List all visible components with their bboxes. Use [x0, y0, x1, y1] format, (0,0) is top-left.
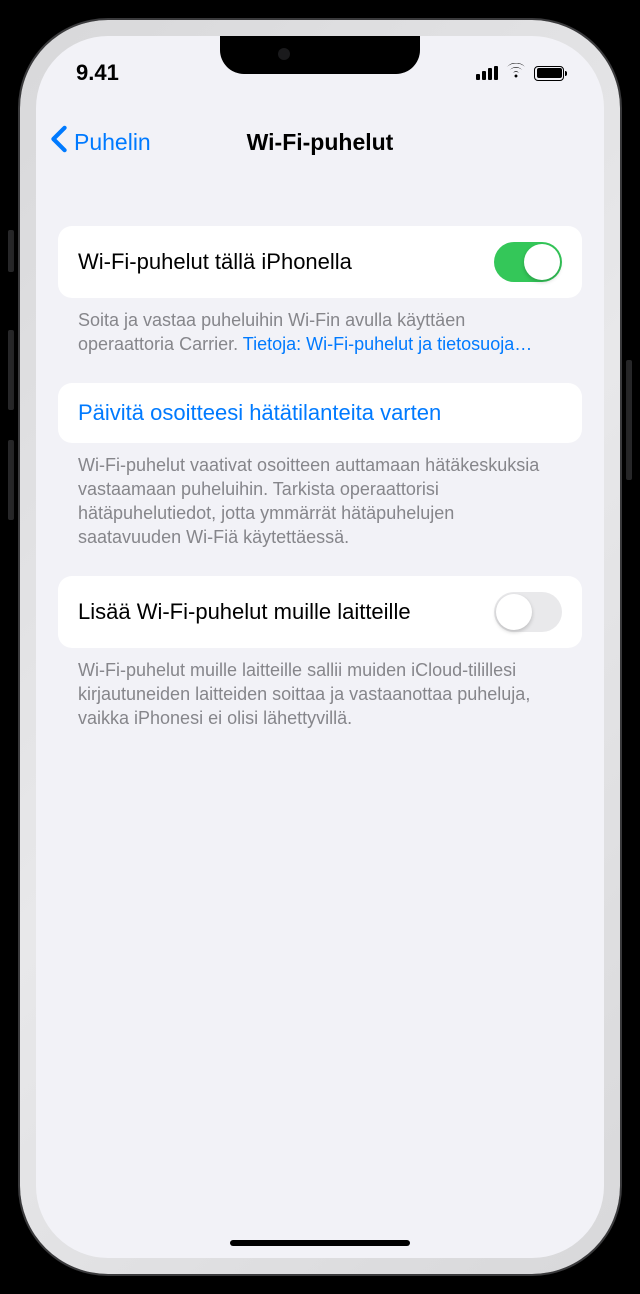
home-indicator[interactable] — [230, 1240, 410, 1246]
cellular-signal-icon — [476, 66, 498, 80]
power-button — [626, 360, 632, 480]
wifi-calling-this-iphone-cell: Wi-Fi-puhelut tällä iPhonella — [58, 226, 582, 298]
battery-icon — [534, 66, 564, 81]
wifi-calling-privacy-link[interactable]: Tietoja: Wi-Fi-puhelut ja tietosuoja… — [243, 334, 532, 354]
add-wifi-calling-other-devices-toggle[interactable] — [494, 592, 562, 632]
add-wifi-calling-other-devices-cell: Lisää Wi-Fi-puhelut muille laitteille — [58, 576, 582, 648]
status-icons — [476, 63, 564, 84]
volume-down-button — [8, 440, 14, 520]
volume-up-button — [8, 330, 14, 410]
phone-frame: 9.41 Puh — [0, 0, 640, 1294]
update-emergency-address-link: Päivitä osoitteesi hätätilanteita varten — [78, 400, 441, 426]
wifi-calling-this-iphone-toggle[interactable] — [494, 242, 562, 282]
chevron-back-icon — [50, 125, 68, 159]
status-time: 9.41 — [76, 60, 119, 86]
update-emergency-address-cell[interactable]: Päivitä osoitteesi hätätilanteita varten — [58, 383, 582, 443]
phone-body: 9.41 Puh — [20, 20, 620, 1274]
emergency-footer: Wi-Fi-puhelut vaativat osoitteen auttama… — [58, 443, 582, 576]
back-button[interactable]: Puhelin — [50, 125, 151, 159]
content-area: Wi-Fi-puhelut tällä iPhonella Soita ja v… — [36, 226, 604, 1258]
mute-switch — [8, 230, 14, 272]
notch — [220, 36, 420, 74]
toggle-knob — [524, 244, 560, 280]
other-devices-footer: Wi-Fi-puhelut muille laitteille sallii m… — [58, 648, 582, 757]
wifi-calling-this-iphone-label: Wi-Fi-puhelut tällä iPhonella — [78, 249, 352, 275]
back-label: Puhelin — [74, 129, 151, 156]
wifi-icon — [506, 63, 526, 84]
screen: 9.41 Puh — [36, 36, 604, 1258]
wifi-calling-footer: Soita ja vastaa puheluihin Wi-Fin avulla… — [58, 298, 582, 383]
toggle-knob — [496, 594, 532, 630]
navigation-bar: Puhelin Wi-Fi-puhelut — [36, 112, 604, 172]
add-wifi-calling-other-devices-label: Lisää Wi-Fi-puhelut muille laitteille — [78, 599, 411, 625]
page-title: Wi-Fi-puhelut — [247, 129, 394, 156]
